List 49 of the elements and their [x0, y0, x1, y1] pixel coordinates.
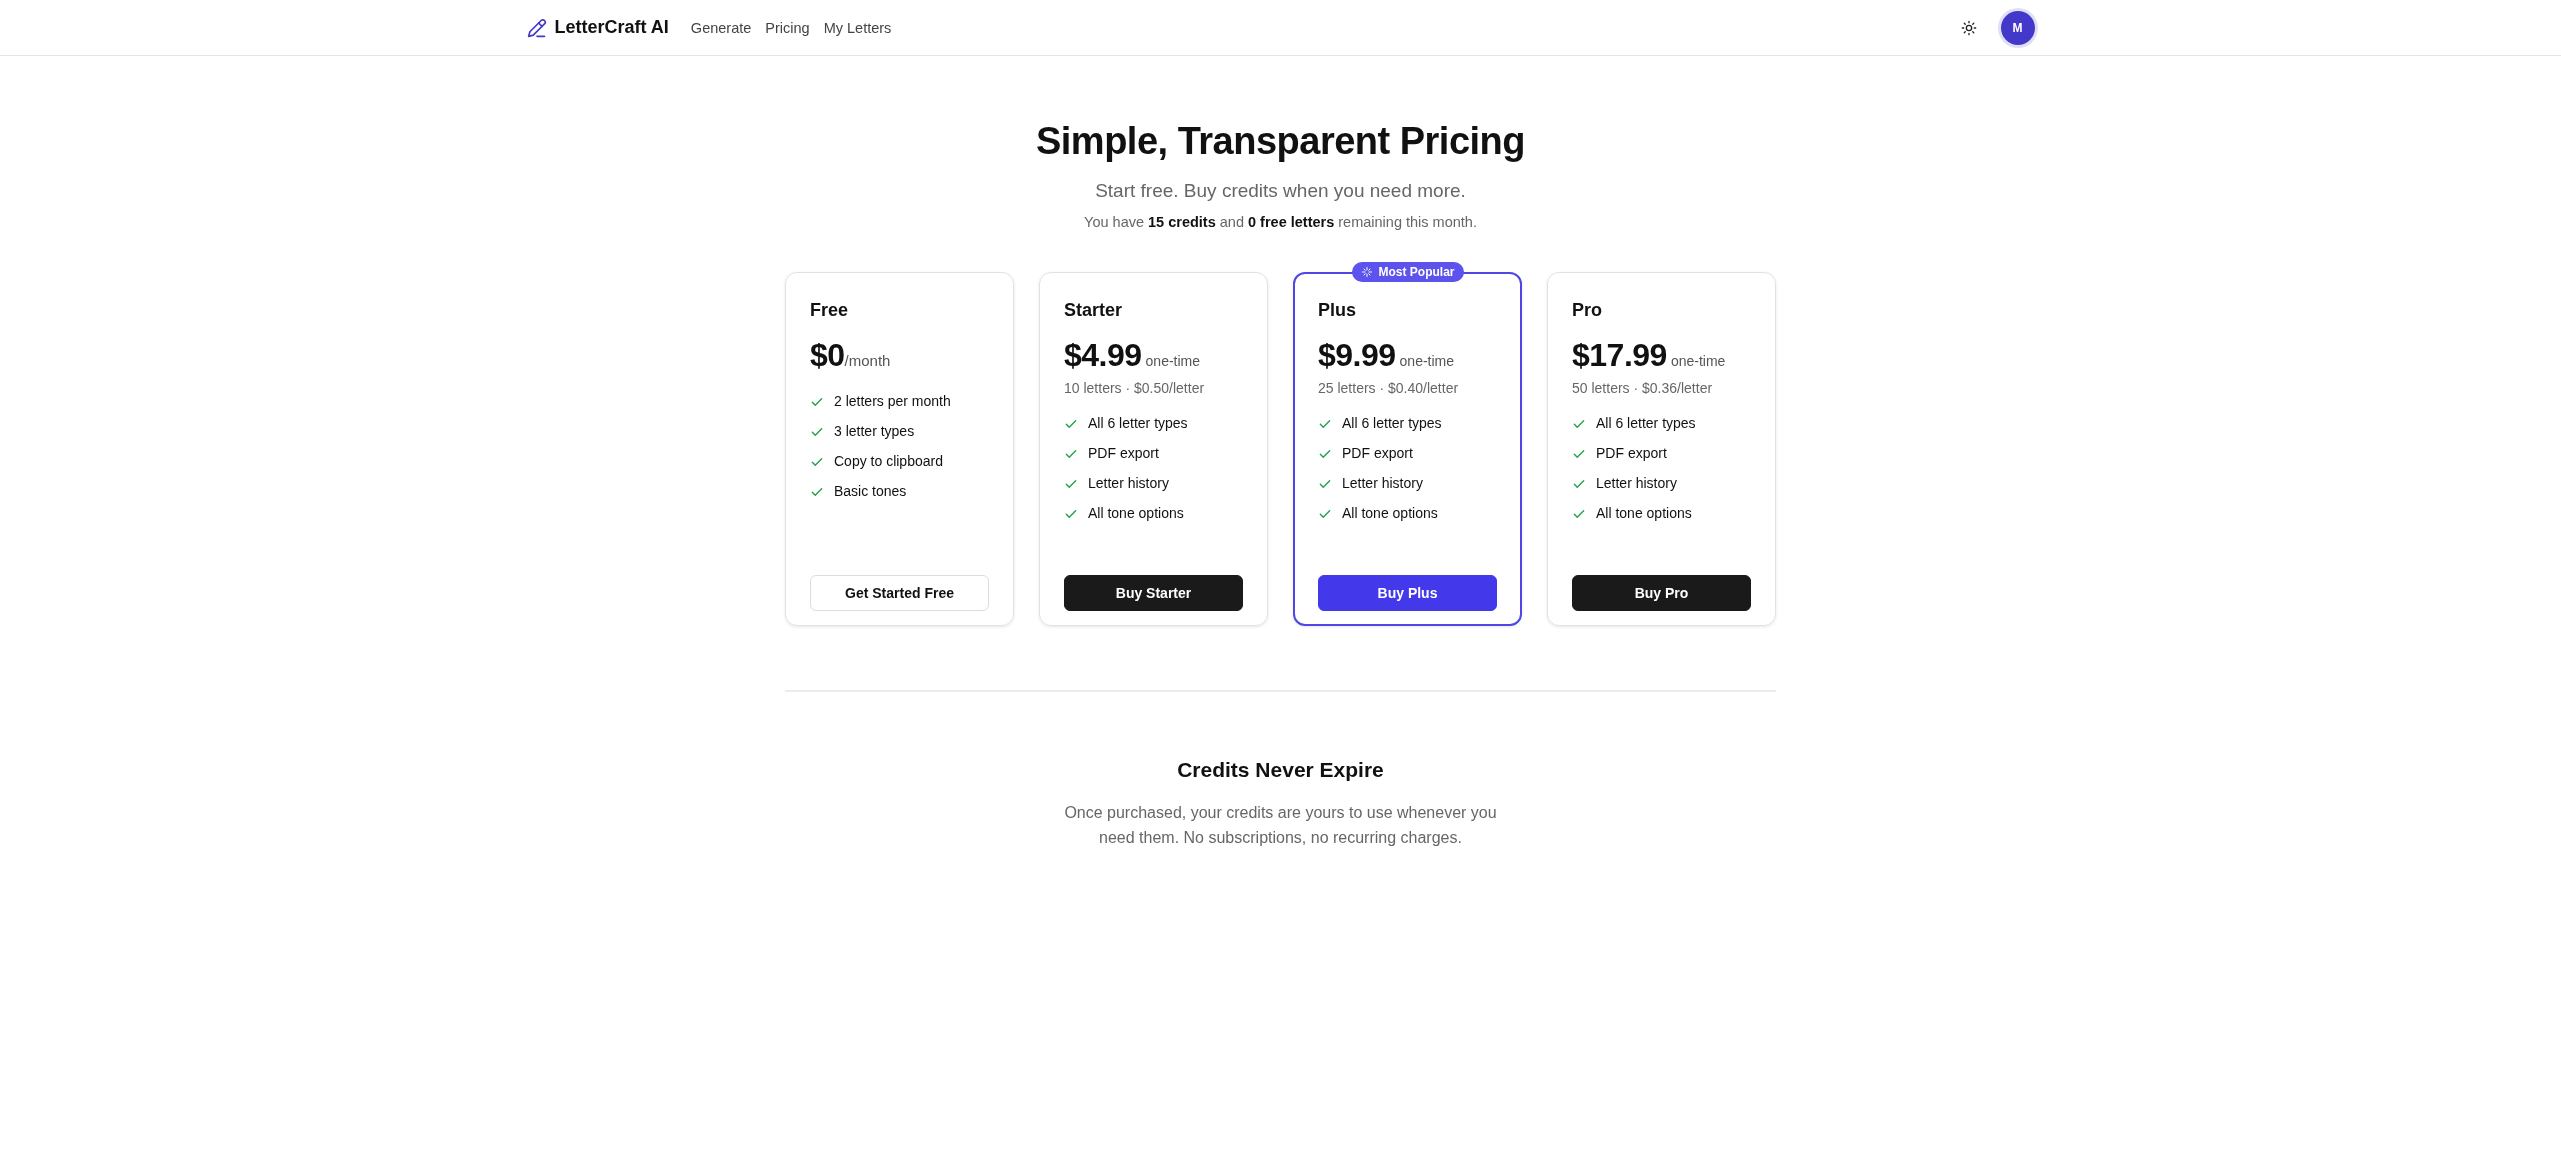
feature-text: All tone options [1596, 504, 1692, 523]
feature-text: PDF export [1596, 444, 1667, 463]
plan-detail: 10 letters · $0.50/letter [1064, 380, 1206, 396]
feature-text: All 6 letter types [1596, 414, 1696, 433]
feature-text: Copy to clipboard [834, 452, 943, 471]
pen-icon [526, 17, 547, 38]
credit-balance-text: You have 15 credits and 0 free letters remaining this month. [1084, 214, 1477, 230]
feature-text: All tone options [1342, 504, 1438, 523]
plan-button[interactable]: Buy Plus [1318, 575, 1497, 611]
popular-badge: Most Popular [1351, 262, 1464, 282]
plan-price: $17.99 [1572, 337, 1667, 374]
feature-text: Letter history [1342, 474, 1423, 493]
feature-text: Letter history [1088, 474, 1169, 493]
feature-text: Letter history [1596, 474, 1677, 493]
plan-name: Starter [1064, 300, 1124, 321]
plan-price: $9.99 [1318, 337, 1396, 374]
price-period: /month [844, 352, 891, 369]
nav-link[interactable]: My Letters [823, 19, 892, 36]
feature-text: All 6 letter types [1342, 414, 1442, 433]
plan-detail: 50 letters · $0.36/letter [1572, 380, 1714, 396]
section-title: Credits Never Expire [1177, 758, 1384, 782]
sparkle-icon [1360, 266, 1373, 278]
feature-text: 2 letters per month [834, 392, 951, 411]
feature-text: All tone options [1088, 504, 1184, 523]
plan-price: $4.99 [1064, 337, 1142, 374]
nav-link[interactable]: Generate [690, 19, 752, 36]
feature-text: 3 letter types [834, 422, 915, 441]
section-text: Once purchased, your credits are yours to use whenever you need them. No subscriptions, no recurring charges. [1063, 803, 1498, 848]
avatar-button[interactable]: M [2000, 10, 2035, 45]
price-period: one-time [1399, 353, 1455, 369]
feature-text: PDF export [1342, 444, 1413, 463]
plan-price: $0 [810, 337, 845, 374]
logo-link[interactable]: LetterCraft AI [526, 17, 669, 38]
price-period: one-time [1670, 353, 1726, 369]
plan-name: Plus [1318, 300, 1357, 321]
plan-detail: 25 letters · $0.40/letter [1318, 380, 1460, 396]
page-title: Simple, Transparent Pricing [1035, 119, 1526, 164]
feature-text: PDF export [1088, 444, 1159, 463]
plan-name: Free [810, 300, 850, 321]
sun-icon[interactable] [1960, 19, 1977, 36]
feature-text: Basic tones [834, 482, 907, 501]
price-period: one-time [1145, 353, 1201, 369]
feature-text: All 6 letter types [1088, 414, 1188, 433]
plan-button[interactable]: Get Started Free [810, 575, 989, 611]
plan-button[interactable]: Buy Pro [1572, 575, 1751, 611]
plan-button[interactable]: Buy Starter [1064, 575, 1243, 611]
page-subtitle: Start free. Buy credits when you need more. [1095, 180, 1466, 202]
plan-name: Pro [1572, 300, 1603, 321]
nav-link[interactable]: Pricing [765, 19, 810, 36]
